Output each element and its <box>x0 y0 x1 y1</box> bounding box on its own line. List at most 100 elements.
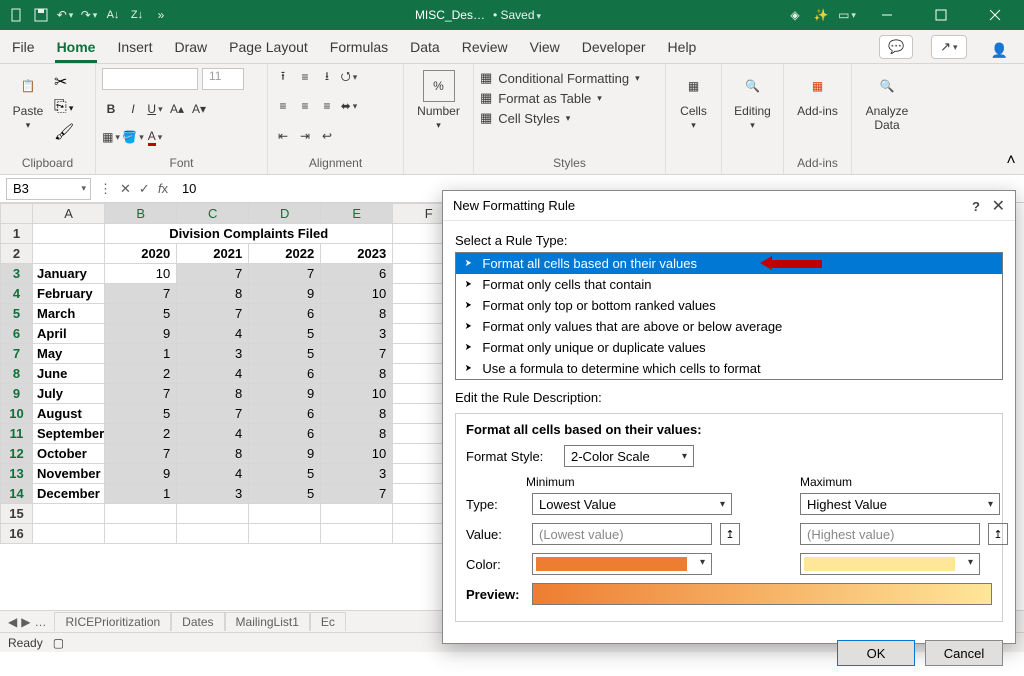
sort-desc-icon[interactable]: Z↓ <box>128 6 146 24</box>
new-file-icon[interactable] <box>8 6 26 24</box>
paste-button[interactable]: 📋 Paste ▾ <box>6 68 50 142</box>
row-header[interactable]: 16 <box>1 524 33 544</box>
sheet-tab[interactable]: RICEPrioritization <box>54 612 171 631</box>
cut-icon[interactable]: ✂ <box>54 72 74 92</box>
col-header[interactable]: D <box>249 204 321 224</box>
month-cell[interactable]: March <box>33 304 105 324</box>
data-cell[interactable]: 5 <box>249 324 321 344</box>
rule-type-item[interactable]: Format only unique or duplicate values <box>456 337 1002 358</box>
data-cell[interactable]: 10 <box>321 384 393 404</box>
format-painter-icon[interactable]: 🖌 <box>54 122 74 142</box>
fx-dropdown-icon[interactable]: ⋮ <box>99 181 112 197</box>
italic-icon[interactable]: I <box>124 100 142 118</box>
month-cell[interactable]: May <box>33 344 105 364</box>
data-cell[interactable]: 8 <box>321 304 393 324</box>
row-header[interactable]: 9 <box>1 384 33 404</box>
sort-asc-icon[interactable]: A↓ <box>104 6 122 24</box>
addins-button[interactable]: ▦Add-ins <box>790 68 845 120</box>
min-type-select[interactable]: Lowest Value <box>532 493 732 515</box>
data-cell[interactable]: 3 <box>177 484 249 504</box>
data-cell[interactable]: 4 <box>177 324 249 344</box>
account-icon[interactable]: 👤 <box>985 42 1014 63</box>
rule-type-item[interactable]: Format only top or bottom ranked values <box>456 295 1002 316</box>
max-type-select[interactable]: Highest Value <box>800 493 1000 515</box>
row-header[interactable]: 10 <box>1 404 33 424</box>
year-header[interactable]: 2022 <box>249 244 321 264</box>
data-cell[interactable]: 4 <box>177 364 249 384</box>
data-cell[interactable]: 5 <box>105 404 177 424</box>
data-cell[interactable]: 8 <box>177 444 249 464</box>
increase-indent-icon[interactable]: ⇥ <box>296 127 314 145</box>
row-header[interactable]: 8 <box>1 364 33 384</box>
data-cell[interactable]: 7 <box>105 284 177 304</box>
year-header[interactable]: 2020 <box>105 244 177 264</box>
decrease-indent-icon[interactable]: ⇤ <box>274 127 292 145</box>
sheet-nav-more-icon[interactable]: … <box>34 615 46 629</box>
max-color-select[interactable] <box>800 553 980 575</box>
data-cell[interactable]: 8 <box>321 424 393 444</box>
tab-formulas[interactable]: Formulas <box>328 33 390 63</box>
rule-type-item[interactable]: Format all cells based on their values <box>456 253 1002 274</box>
saved-indicator[interactable]: • Saved <box>493 8 541 22</box>
data-cell[interactable]: 1 <box>105 344 177 364</box>
align-center-icon[interactable]: ≡ <box>296 97 314 115</box>
ribbon-display-icon[interactable]: ▭ <box>838 6 856 24</box>
month-cell[interactable]: November <box>33 464 105 484</box>
share-button[interactable]: ↗ <box>931 35 966 59</box>
row-header[interactable]: 14 <box>1 484 33 504</box>
macro-record-icon[interactable]: ▢ <box>53 636 64 650</box>
row-header[interactable]: 3 <box>1 264 33 284</box>
close-window-button[interactable] <box>972 0 1018 30</box>
row-header[interactable]: 13 <box>1 464 33 484</box>
wrap-text-icon[interactable]: ↩ <box>318 127 336 145</box>
row-header[interactable]: 6 <box>1 324 33 344</box>
sheet-tab[interactable]: Ec <box>310 612 346 631</box>
font-name-select[interactable] <box>102 68 198 90</box>
data-cell[interactable]: 9 <box>105 464 177 484</box>
data-cell[interactable]: 7 <box>321 484 393 504</box>
data-cell[interactable]: 6 <box>249 304 321 324</box>
cancel-formula-icon[interactable]: ✕ <box>120 181 131 197</box>
data-cell[interactable]: 7 <box>177 404 249 424</box>
col-header[interactable]: C <box>177 204 249 224</box>
orientation-icon[interactable]: ⭯ <box>340 68 358 86</box>
month-cell[interactable]: August <box>33 404 105 424</box>
data-cell[interactable]: 8 <box>177 384 249 404</box>
underline-icon[interactable]: U <box>146 100 164 118</box>
month-cell[interactable]: October <box>33 444 105 464</box>
min-value-input[interactable]: (Lowest value) <box>532 523 712 545</box>
data-cell[interactable]: 4 <box>177 464 249 484</box>
row-header[interactable]: 7 <box>1 344 33 364</box>
cancel-button[interactable]: Cancel <box>925 640 1003 666</box>
data-cell[interactable]: 9 <box>249 284 321 304</box>
data-cell[interactable]: 5 <box>249 484 321 504</box>
data-cell[interactable]: 7 <box>177 264 249 284</box>
month-cell[interactable]: June <box>33 364 105 384</box>
tab-home[interactable]: Home <box>55 33 98 63</box>
data-cell[interactable]: 7 <box>177 304 249 324</box>
data-cell[interactable]: 9 <box>249 384 321 404</box>
tab-data[interactable]: Data <box>408 33 442 63</box>
year-header[interactable]: 2023 <box>321 244 393 264</box>
fx-icon[interactable]: fx <box>158 181 168 196</box>
row-header[interactable]: 4 <box>1 284 33 304</box>
minimize-button[interactable] <box>864 0 910 30</box>
sheet-tab[interactable]: MailingList1 <box>225 612 310 631</box>
data-cell[interactable]: 8 <box>321 364 393 384</box>
data-cell[interactable]: 2 <box>105 424 177 444</box>
maximize-button[interactable] <box>918 0 964 30</box>
tab-draw[interactable]: Draw <box>172 33 209 63</box>
month-cell[interactable]: July <box>33 384 105 404</box>
merge-icon[interactable]: ⬌ <box>340 97 358 115</box>
save-icon[interactable] <box>32 6 50 24</box>
row-header[interactable]: 15 <box>1 504 33 524</box>
ok-button[interactable]: OK <box>837 640 915 666</box>
name-box[interactable]: B3 <box>6 178 91 200</box>
tab-view[interactable]: View <box>528 33 562 63</box>
conditional-formatting-button[interactable]: ▦Conditional Formatting▾ <box>480 70 659 86</box>
row-header[interactable]: 12 <box>1 444 33 464</box>
data-cell[interactable]: 7 <box>105 444 177 464</box>
data-cell[interactable]: 8 <box>177 284 249 304</box>
data-cell[interactable]: 1 <box>105 484 177 504</box>
increase-font-icon[interactable]: A▴ <box>168 100 186 118</box>
